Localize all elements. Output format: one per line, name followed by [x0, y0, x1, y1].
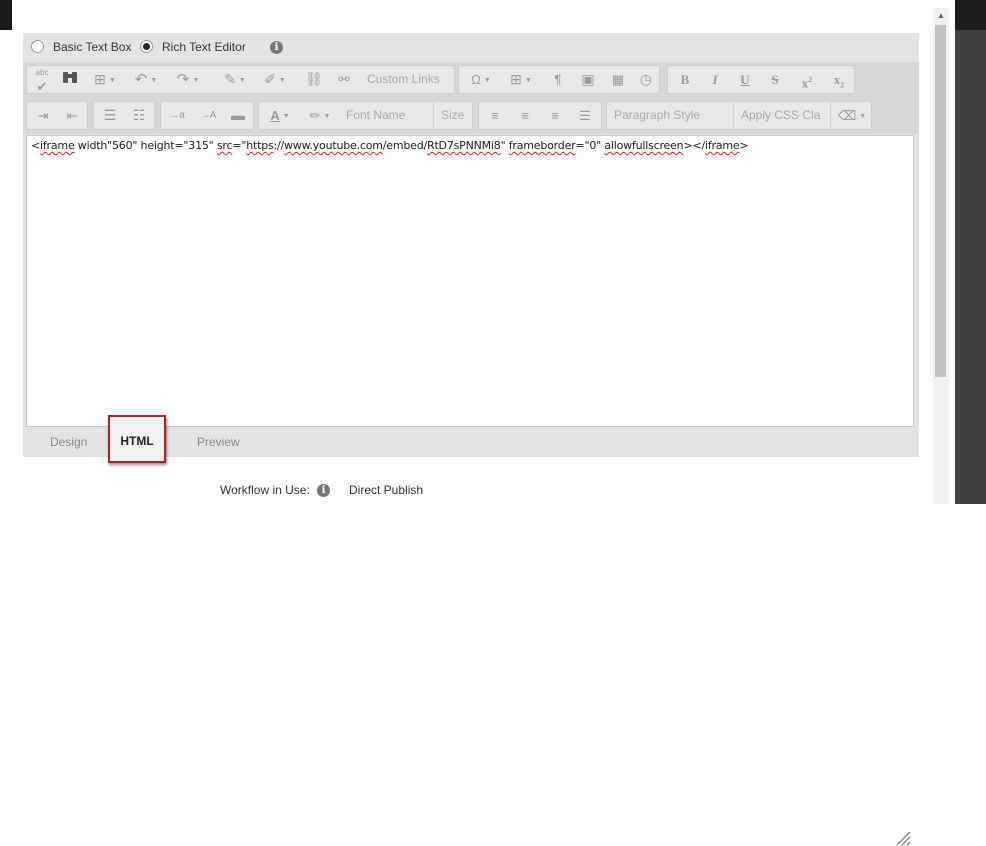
tab-html[interactable]: HTML	[108, 415, 166, 463]
justify-icon[interactable]: ☰	[571, 102, 599, 129]
outdent-icon[interactable]: ⇤	[58, 102, 86, 129]
numbered-list-icon[interactable]: ☰	[96, 102, 124, 129]
find-binoculars-icon[interactable]	[58, 66, 82, 93]
font-name-dropdown[interactable]: Font Name	[339, 102, 434, 129]
background-overlay-right	[955, 0, 986, 504]
strikethrough-button[interactable]: S	[762, 66, 788, 93]
toolbar-group-insert-text: →a →A ▬	[160, 101, 254, 130]
align-center-icon[interactable]: ≡	[511, 102, 539, 129]
resize-handle-icon[interactable]	[895, 830, 911, 846]
workflow-info-icon[interactable]: i	[317, 484, 330, 497]
insert-image-icon[interactable]: ▣	[575, 66, 601, 93]
font-color-glyph: A	[270, 108, 280, 123]
scrollbar-thumb[interactable]	[935, 25, 946, 377]
special-character-omega-icon[interactable]: Ω ▼	[463, 66, 499, 93]
indent-icon[interactable]: ⇥	[29, 102, 57, 129]
toolbar-group-special: Ω ▼ ⊞ ▼ ¶ ▣ ▦ ◷	[458, 65, 660, 94]
spellcheck-button[interactable]: abc ✔	[29, 66, 55, 94]
toolbar-group-insert: abc ✔ ⊞ ▼ ↶ ▼ ↷ ▼ ✎ ▼ ✐ ▼ ⛓ ⚯ Custom Links	[26, 65, 455, 94]
code-token: <	[31, 139, 41, 152]
code-token: RtD7sPNNMi8	[427, 139, 501, 152]
link-icon[interactable]: ⛓	[301, 66, 327, 93]
workflow-value: Direct Publish	[349, 483, 424, 497]
bold-button[interactable]: B	[672, 66, 698, 93]
code-token: ></	[683, 139, 705, 152]
basic-text-box-radio[interactable]	[31, 40, 44, 53]
tab-preview[interactable]: Preview	[197, 428, 240, 457]
clock-icon[interactable]: ◷	[633, 66, 659, 93]
font-size-dropdown[interactable]: Size	[434, 102, 472, 129]
html-source-text: <iframe width"560" height="315" src="htt…	[31, 139, 749, 152]
insert-uppercase-button[interactable]: →A	[194, 102, 222, 129]
rich-text-editor: Basic Text Box Rich Text Editor i abc ✔ ⊞…	[23, 33, 919, 846]
code-token: "	[500, 139, 509, 152]
code-token: iframe	[40, 139, 75, 152]
code-token: ="0"	[575, 139, 605, 152]
scroll-up-arrow-icon[interactable]: ▲	[933, 8, 949, 24]
background-overlay-top	[955, 0, 986, 30]
code-token: allowfullscreen	[604, 139, 684, 152]
code-token: ="	[232, 139, 247, 152]
rich-text-editor-radio[interactable]	[140, 40, 153, 53]
underline-button[interactable]: U	[732, 66, 758, 93]
subscript-mark: 2	[840, 80, 845, 90]
redo-icon[interactable]: ↷ ▼	[169, 66, 207, 93]
apply-css-class-dropdown[interactable]: Apply CSS Cla	[734, 102, 831, 129]
code-token: www.youtube.com	[284, 139, 383, 152]
toolbar-group-styles: Paragraph Style Apply CSS Cla ⌫ ▼	[606, 101, 872, 130]
toolbar-group-text-format: B I U S x2 x2	[667, 65, 855, 94]
pilcrow-glyph: ¶	[554, 72, 562, 87]
code-token: ://	[273, 139, 285, 152]
calendar-icon[interactable]: ▦	[605, 66, 631, 93]
spellcheck-label: abc	[35, 68, 49, 77]
superscript-button[interactable]: x2	[792, 66, 822, 93]
basic-text-box-label[interactable]: Basic Text Box	[53, 40, 131, 54]
background-overlay-left	[0, 0, 12, 30]
undo-icon[interactable]: ↶ ▼	[128, 66, 164, 93]
paragraph-style-dropdown[interactable]: Paragraph Style	[607, 102, 734, 129]
dialog: ▲ Basic Text Box Rich Text Editor i abc ✔…	[12, 0, 955, 846]
attach-paperclip-icon[interactable]: ✎ ▼	[217, 66, 253, 93]
insert-snippet-icon[interactable]: ⊞ ▼	[87, 66, 123, 93]
align-right-icon[interactable]: ≡	[541, 102, 569, 129]
html-content-area[interactable]: <iframe width"560" height="315" src="htt…	[26, 135, 914, 427]
info-icon[interactable]: i	[270, 41, 283, 54]
code-token: iframe	[704, 139, 740, 152]
subscript-button[interactable]: x2	[824, 66, 854, 93]
workflow-label: Workflow in Use:	[220, 483, 310, 497]
tab-design[interactable]: Design	[50, 428, 87, 457]
toolbar-group-font: A ▼ ✏ ▼ Font Name Size	[258, 101, 473, 130]
rich-text-editor-label[interactable]: Rich Text Editor	[162, 40, 246, 54]
paragraph-marks-icon[interactable]: ¶	[545, 66, 571, 93]
checkmark-icon: ✔	[36, 79, 48, 94]
code-token: /embed/	[382, 139, 427, 152]
superscript-mark: 2	[808, 75, 813, 84]
insert-lowercase-button[interactable]: →a	[163, 102, 191, 129]
toolbar-row-2: ⇥ ⇤ ☰ ☷ →a →A ▬ A ▼ ✏ ▼ Font Name Size ≡ ≡	[23, 98, 919, 134]
bulleted-list-icon[interactable]: ☷	[125, 102, 153, 129]
unlink-icon[interactable]: ⚯	[331, 66, 357, 93]
edit-image-icon[interactable]: ✐ ▼	[257, 66, 293, 93]
toolbar-row-1: abc ✔ ⊞ ▼ ↶ ▼ ↷ ▼ ✎ ▼ ✐ ▼ ⛓ ⚯ Custom Links Ω ▼ …	[23, 62, 919, 98]
italic-button[interactable]: I	[702, 66, 728, 93]
vertical-scrollbar[interactable]: ▲	[933, 8, 949, 504]
code-token: >	[739, 139, 749, 152]
omega-glyph: Ω	[471, 72, 481, 87]
font-color-icon[interactable]: A ▼	[261, 102, 299, 129]
toolbar-group-lists: ☰ ☷	[93, 101, 155, 130]
horizontal-rule-icon[interactable]: ▬	[224, 102, 252, 129]
code-token: src	[216, 139, 233, 152]
highlight-color-icon[interactable]: ✏ ▼	[301, 102, 339, 129]
table-icon[interactable]: ⊞ ▼	[503, 66, 539, 93]
align-left-icon[interactable]: ≡	[481, 102, 509, 129]
toolbar-group-align: ≡ ≡ ≡ ☰	[478, 101, 602, 130]
eraser-icon[interactable]: ⌫ ▼	[833, 102, 871, 129]
code-token: https	[246, 139, 274, 152]
code-token: width"560" height="315"	[74, 139, 217, 152]
tab-html-label: HTML	[120, 434, 154, 448]
custom-links-dropdown[interactable]: Custom Links	[360, 66, 455, 93]
code-token: frameborder	[508, 139, 576, 152]
toolbar-group-indent: ⇥ ⇤	[26, 101, 88, 130]
editor-mode-selector: Basic Text Box Rich Text Editor i	[23, 33, 919, 61]
